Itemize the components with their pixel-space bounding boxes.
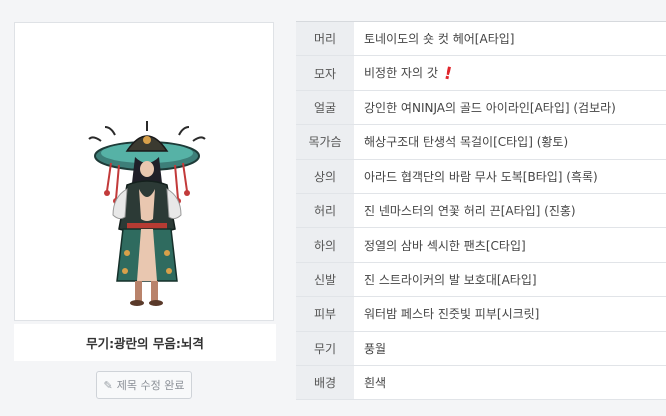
- equipment-row: 하의 정열의 삼바 섹시한 팬츠[C타입]: [296, 227, 666, 263]
- exclamation-icon: !: [441, 63, 454, 85]
- equipment-item-name: 진 넨마스터의 연꽃 허리 끈[A타입] (진홍): [364, 204, 576, 219]
- equipment-item-cell: 토네이도의 숏 컷 헤어[A타입]: [354, 21, 666, 56]
- pencil-icon: ✎: [103, 378, 113, 392]
- equipment-slot-label: 머리: [296, 21, 354, 56]
- equipment-row: 얼굴 강인한 여NINJA의 골드 아이라인[A타입] (검보라): [296, 90, 666, 125]
- equipment-item-cell: 흰색: [354, 365, 666, 400]
- equipment-item-cell: 해상구조대 탄생석 목걸이[C타입] (황토): [354, 124, 666, 160]
- equipment-slot-label: 허리: [296, 193, 354, 228]
- equipment-row: 피부 워터밤 페스타 진줏빛 피부[시크릿]: [296, 296, 666, 332]
- equipment-item-name: 해상구조대 탄생석 목걸이[C타입] (황토): [364, 135, 569, 150]
- character-image: [14, 22, 274, 321]
- equipment-row: 상의 아라드 협객단의 바람 무사 도복[B타입] (흑록): [296, 159, 666, 194]
- equipment-item-name: 풍월: [364, 341, 387, 356]
- edit-title-button-label: 제목 수정 완료: [116, 379, 185, 392]
- equipment-item-name: 정열의 삼바 섹시한 팬츠[C타입]: [364, 238, 526, 253]
- equipment-row: 신발 진 스트라이커의 발 보호대[A타입]: [296, 262, 666, 297]
- equipment-row: 머리 토네이도의 숏 컷 헤어[A타입]: [296, 21, 666, 56]
- equipment-slot-label: 신발: [296, 262, 354, 297]
- equipment-item-cell: 워터밤 페스타 진줏빛 피부[시크릿]: [354, 296, 666, 332]
- equipment-item-name: 흰색: [364, 376, 387, 391]
- avatar-detail-page: 무기:광란의 무음:뇌격 ✎ 제목 수정 완료 머리 토네이도의 숏 컷 헤어[A…: [0, 0, 666, 416]
- equipment-slot-label: 상의: [296, 159, 354, 194]
- equipment-item-cell: 아라드 협객단의 바람 무사 도복[B타입] (흑록): [354, 159, 666, 194]
- equipment-row: 모자 비정한 자의 갓!: [296, 55, 666, 91]
- equipment-slot-label: 하의: [296, 227, 354, 263]
- equipment-item-cell: 정열의 삼바 섹시한 팬츠[C타입]: [354, 227, 666, 263]
- equipment-slot-label: 모자: [296, 55, 354, 91]
- equipment-item-name: 워터밤 페스타 진줏빛 피부[시크릿]: [364, 307, 540, 322]
- equipment-item-name: 아라드 협객단의 바람 무사 도복[B타입] (흑록): [364, 169, 598, 184]
- equipment-slot-label: 배경: [296, 365, 354, 400]
- equipment-item-name: 비정한 자의 갓: [364, 65, 438, 80]
- character-sprite-icon: [88, 121, 206, 306]
- equipment-slot-label: 무기: [296, 331, 354, 366]
- equipment-slot-label: 얼굴: [296, 90, 354, 125]
- equipment-item-name: 강인한 여NINJA의 골드 아이라인[A타입] (검보라): [364, 100, 616, 115]
- character-caption: 무기:광란의 무음:뇌격: [14, 324, 276, 361]
- equipment-item-cell: 진 넨마스터의 연꽃 허리 끈[A타입] (진홍): [354, 193, 666, 228]
- equipment-item-name: 토네이도의 숏 컷 헤어[A타입]: [364, 32, 515, 47]
- equipment-item-cell: 비정한 자의 갓!: [354, 55, 666, 91]
- equipment-row: 무기 풍월: [296, 331, 666, 366]
- equipment-table: 머리 토네이도의 숏 컷 헤어[A타입] 모자 비정한 자의 갓! 얼굴 강인한 여NIN…: [296, 21, 666, 401]
- equipment-item-cell: 진 스트라이커의 발 보호대[A타입]: [354, 262, 666, 297]
- equipment-slot-label: 목가슴: [296, 124, 354, 160]
- equipment-item-name: 진 스트라이커의 발 보호대[A타입]: [364, 272, 537, 287]
- equipment-slot-label: 피부: [296, 296, 354, 332]
- equipment-item-cell: 풍월: [354, 331, 666, 366]
- equipment-row: 허리 진 넨마스터의 연꽃 허리 끈[A타입] (진홍): [296, 193, 666, 228]
- equipment-row: 배경 흰색: [296, 365, 666, 400]
- equipment-row: 목가슴 해상구조대 탄생석 목걸이[C타입] (황토): [296, 124, 666, 160]
- equipment-item-cell: 강인한 여NINJA의 골드 아이라인[A타입] (검보라): [354, 90, 666, 125]
- edit-title-button[interactable]: ✎ 제목 수정 완료: [96, 371, 192, 399]
